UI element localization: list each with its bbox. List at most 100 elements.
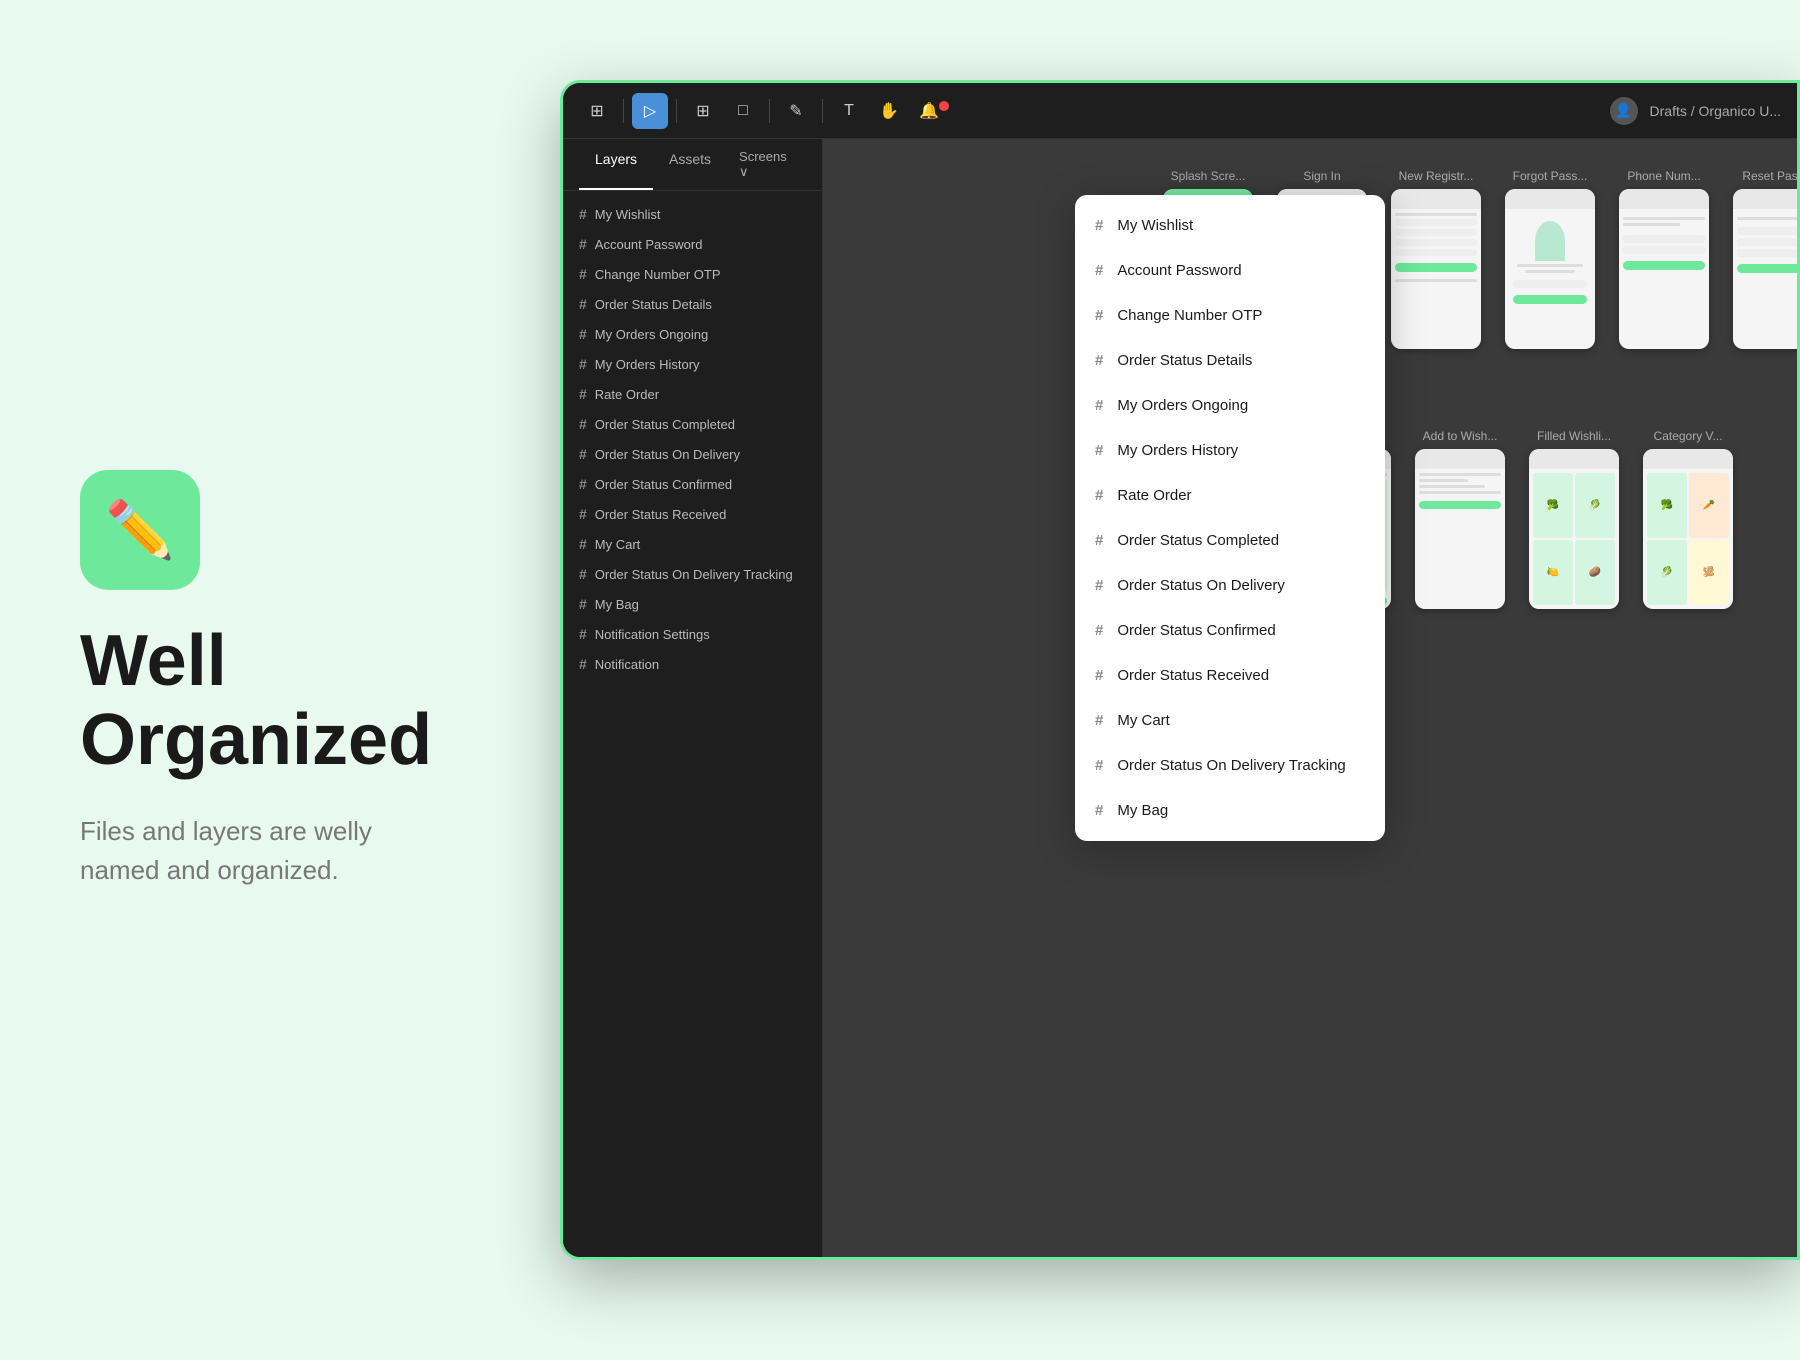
sidebar-item-2[interactable]: # Change Number OTP [563,259,822,289]
sidebar-item-0[interactable]: # My Wishlist [563,199,822,229]
sidebar-item-label-14: Notification Settings [595,627,710,642]
dropdown-label-9: Order Status Confirmed [1117,622,1275,639]
screen-phone: Phone Num... [1619,169,1709,349]
sidebar-item-13[interactable]: # My Bag [563,589,822,619]
hash-icon-0: # [579,206,587,222]
sidebar-item-label-6: Rate Order [595,387,659,402]
dropdown-hash-8: # [1095,577,1103,594]
toolbar: ⊞ ▷ ⊞ □ ✎ T ✋ 🔔 👤 Drafts / Organico U... [563,83,1797,139]
tool-text[interactable]: T [831,93,867,129]
dropdown-item-0[interactable]: # My Wishlist [1075,203,1385,248]
tab-layers[interactable]: Layers [579,139,653,190]
tool-frame[interactable]: ⊞ [685,93,721,129]
hash-icon-2: # [579,266,587,282]
tool-pen[interactable]: ✎ [778,93,814,129]
screen-forgot: Forgot Pass... [1505,169,1595,349]
screen-label-register: New Registr... [1399,169,1474,183]
sidebar-list: # My Wishlist # Account Password # Chang… [563,191,822,1257]
sidebar-item-1[interactable]: # Account Password [563,229,822,259]
dropdown-label-13: My Bag [1117,802,1168,819]
screen-mockup-addwish [1415,449,1505,609]
sidebar-item-label-10: Order Status Received [595,507,727,522]
dropdown-label-12: Order Status On Delivery Tracking [1117,757,1345,774]
hash-icon-12: # [579,566,587,582]
sidebar-item-14[interactable]: # Notification Settings [563,619,822,649]
dropdown-label-11: My Cart [1117,712,1170,729]
dropdown-item-2[interactable]: # Change Number OTP [1075,293,1385,338]
left-panel: ✏️ Well Organized Files and layers are w… [0,410,520,950]
sidebar-item-5[interactable]: # My Orders History [563,349,822,379]
hash-icon-7: # [579,416,587,432]
sidebar-item-label-3: Order Status Details [595,297,712,312]
tool-components[interactable]: ⊞ [579,93,615,129]
toolbar-divider-3 [769,99,770,123]
dropdown-item-9[interactable]: # Order Status Confirmed [1075,608,1385,653]
sidebar-item-11[interactable]: # My Cart [563,529,822,559]
content-area: Layers Assets Screens ∨ # My Wishlist # … [563,139,1797,1257]
screen-label-filled: Filled Wishli... [1537,429,1611,443]
sidebar-item-7[interactable]: # Order Status Completed [563,409,822,439]
app-icon-emoji: ✏️ [105,497,175,563]
dropdown-hash-12: # [1095,757,1103,774]
tool-hand[interactable]: ✋ [871,93,907,129]
hash-icon-5: # [579,356,587,372]
toolbar-right: 👤 Drafts / Organico U... [1610,97,1781,125]
screen-mockup-register [1391,189,1481,349]
sidebar-item-label-9: Order Status Confirmed [595,477,732,492]
sidebar-item-label-2: Change Number OTP [595,267,721,282]
tab-assets[interactable]: Assets [653,139,727,190]
dropdown-item-13[interactable]: # My Bag [1075,788,1385,833]
dropdown-item-3[interactable]: # Order Status Details [1075,338,1385,383]
dropdown-item-8[interactable]: # Order Status On Delivery [1075,563,1385,608]
sidebar-item-4[interactable]: # My Orders Ongoing [563,319,822,349]
dropdown-item-10[interactable]: # Order Status Received [1075,653,1385,698]
hash-icon-8: # [579,446,587,462]
hash-icon-4: # [579,326,587,342]
screen-mockup-filled: 🥦 🥬 🍋 🥔 [1529,449,1619,609]
dropdown-label-7: Order Status Completed [1117,532,1279,549]
dropdown-item-1[interactable]: # Account Password [1075,248,1385,293]
dropdown-item-5[interactable]: # My Orders History [1075,428,1385,473]
app-icon: ✏️ [80,470,200,590]
user-avatar: 👤 [1610,97,1638,125]
tool-shape[interactable]: □ [725,93,761,129]
sidebar-item-3[interactable]: # Order Status Details [563,289,822,319]
dropdown-item-6[interactable]: # Rate Order [1075,473,1385,518]
screen-mockup-reset [1733,189,1797,349]
sidebar-item-6[interactable]: # Rate Order [563,379,822,409]
hash-icon-1: # [579,236,587,252]
dropdown-label-4: My Orders Ongoing [1117,397,1248,414]
screens-button[interactable]: Screens ∨ [727,139,806,190]
design-window: ⊞ ▷ ⊞ □ ✎ T ✋ 🔔 👤 Drafts / Organico U... [560,80,1800,1260]
sidebar-item-9[interactable]: # Order Status Confirmed [563,469,822,499]
dropdown-item-11[interactable]: # My Cart [1075,698,1385,743]
sidebar-item-15[interactable]: # Notification [563,649,822,679]
hash-icon-11: # [579,536,587,552]
dropdown-hash-0: # [1095,217,1103,234]
screen-label-splash: Splash Scre... [1171,169,1246,183]
sidebar-item-8[interactable]: # Order Status On Delivery [563,439,822,469]
dropdown-item-12[interactable]: # Order Status On Delivery Tracking [1075,743,1385,788]
dropdown-label-5: My Orders History [1117,442,1238,459]
hash-icon-9: # [579,476,587,492]
dropdown-label-0: My Wishlist [1117,217,1193,234]
sidebar-item-12[interactable]: # Order Status On Delivery Tracking [563,559,822,589]
screen-label-signin: Sign In [1303,169,1340,183]
dropdown-hash-13: # [1095,802,1103,819]
screen-mockup-forgot [1505,189,1595,349]
hash-icon-10: # [579,506,587,522]
dropdown-overlay: # My Wishlist # Account Password # Chang… [1075,195,1385,841]
sidebar-item-label-7: Order Status Completed [595,417,735,432]
dropdown-item-4[interactable]: # My Orders Ongoing [1075,383,1385,428]
screen-addwish: Add to Wish... [1415,429,1505,609]
sidebar: Layers Assets Screens ∨ # My Wishlist # … [563,139,823,1257]
dropdown-hash-6: # [1095,487,1103,504]
tool-notification[interactable]: 🔔 [911,93,947,129]
dropdown-label-2: Change Number OTP [1117,307,1262,324]
dropdown-item-7[interactable]: # Order Status Completed [1075,518,1385,563]
sidebar-item-10[interactable]: # Order Status Received [563,499,822,529]
breadcrumb: Drafts / Organico U... [1650,103,1781,119]
tool-select[interactable]: ▷ [632,93,668,129]
dropdown-hash-10: # [1095,667,1103,684]
dropdown-hash-2: # [1095,307,1103,324]
